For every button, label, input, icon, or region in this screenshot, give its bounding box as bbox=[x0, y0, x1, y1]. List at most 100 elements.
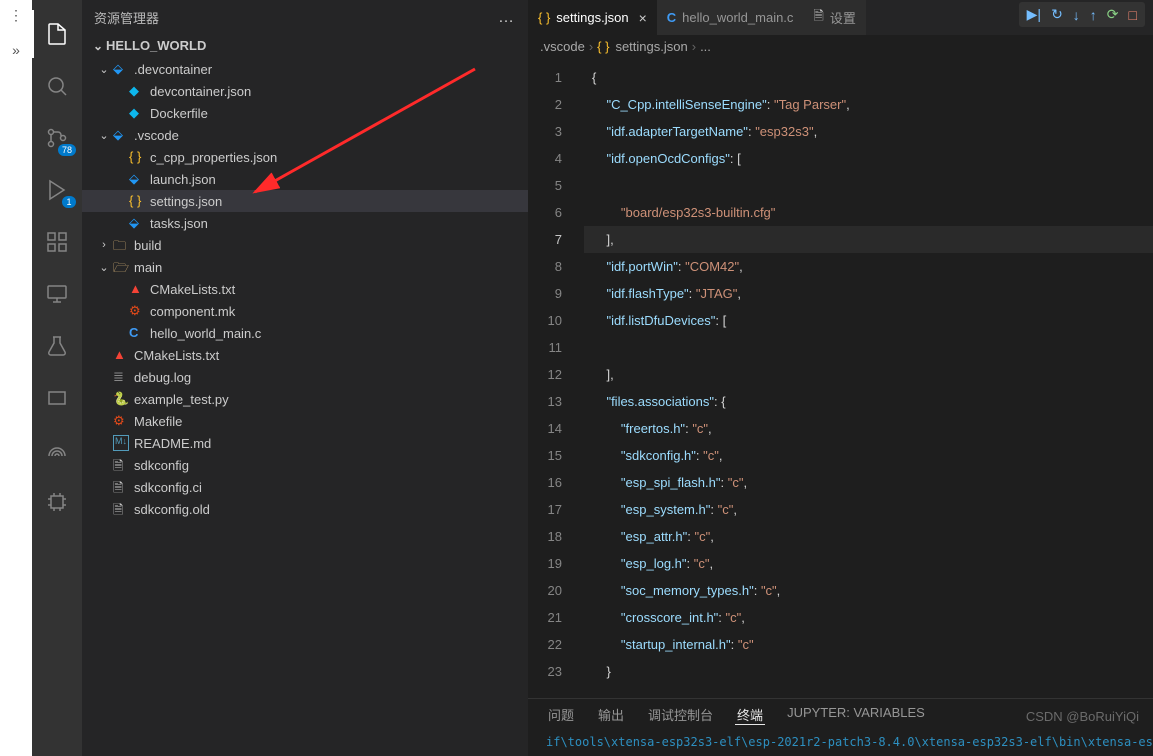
file-icon: M↓ bbox=[112, 435, 130, 451]
tab-label: settings.json bbox=[556, 10, 628, 25]
step-out-icon[interactable]: ↑ bbox=[1090, 7, 1097, 23]
stop-icon[interactable]: □ bbox=[1129, 7, 1137, 23]
tree-file[interactable]: ⚙ Makefile bbox=[82, 410, 528, 432]
panel-tab[interactable]: 输出 bbox=[596, 705, 626, 725]
tree-file[interactable]: ◆Dockerfile bbox=[82, 102, 528, 124]
restart-icon[interactable]: ⟳ bbox=[1107, 6, 1119, 23]
tree-file[interactable]: 🗎sdkconfig.ci bbox=[82, 476, 528, 498]
explorer-icon[interactable] bbox=[32, 10, 82, 58]
tree-folder[interactable]: ⌄⬙.devcontainer bbox=[82, 58, 528, 80]
editor-tab[interactable]: 🗎设置 bbox=[803, 0, 865, 35]
file-label: Makefile bbox=[134, 414, 182, 429]
file-label: .devcontainer bbox=[134, 62, 212, 77]
tab-icon: { } bbox=[538, 10, 550, 25]
debug-badge: 1 bbox=[62, 196, 76, 208]
breadcrumb[interactable]: .vscode›{ }settings.json›... bbox=[528, 35, 1153, 58]
twistie-icon: ⌄ bbox=[96, 261, 112, 274]
tree-file[interactable]: 🐍 example_test.py bbox=[82, 388, 528, 410]
file-label: devcontainer.json bbox=[150, 84, 251, 99]
file-label: example_test.py bbox=[134, 392, 229, 407]
file-label: Dockerfile bbox=[150, 106, 208, 121]
file-label: c_cpp_properties.json bbox=[150, 150, 277, 165]
tree-folder[interactable]: ›🗀build bbox=[82, 234, 528, 256]
panel-tab[interactable]: 终端 bbox=[735, 705, 765, 725]
panel-tab[interactable]: JUPYTER: VARIABLES bbox=[785, 705, 927, 725]
watermark: CSDN @BoRuiYiQi bbox=[1026, 709, 1139, 724]
rainbow-icon[interactable] bbox=[32, 426, 82, 474]
extensions-icon[interactable] bbox=[32, 218, 82, 266]
file-icon: ▲ bbox=[112, 347, 130, 363]
close-icon[interactable]: × bbox=[639, 10, 647, 26]
tree-folder[interactable]: ⌄🗁main bbox=[82, 256, 528, 278]
tree-file[interactable]: 🗎 sdkconfig bbox=[82, 454, 528, 476]
menu-icon[interactable]: ⋮ bbox=[9, 8, 23, 22]
source-control-icon[interactable]: 78 bbox=[32, 114, 82, 162]
tree-file[interactable]: ⬙ launch.json bbox=[82, 168, 528, 190]
file-icon: { } bbox=[128, 149, 146, 165]
tree-file[interactable]: ≣debug.log bbox=[82, 366, 528, 388]
scm-badge: 78 bbox=[58, 144, 76, 156]
file-icon: ▲ bbox=[128, 281, 146, 297]
file-icon: { } bbox=[128, 193, 146, 209]
file-icon: ⚙ bbox=[112, 413, 130, 429]
tree-file[interactable]: M↓ README.md bbox=[82, 432, 528, 454]
tree-file[interactable]: ⚙component.mk bbox=[82, 300, 528, 322]
terminal-output[interactable]: if\tools\xtensa-esp32s3-elf\esp-2021r2-p… bbox=[528, 731, 1153, 753]
tree-file[interactable]: ▲CMakeLists.txt bbox=[82, 344, 528, 366]
code-content[interactable]: { "C_Cpp.intelliSenseEngine": "Tag Parse… bbox=[584, 64, 1153, 698]
project-root[interactable]: ⌄ HELLO_WORLD bbox=[82, 35, 528, 56]
file-icon: ⬙ bbox=[112, 127, 130, 143]
tree-file[interactable]: { } settings.json bbox=[82, 190, 528, 212]
file-label: debug.log bbox=[134, 370, 191, 385]
file-label: README.md bbox=[134, 436, 211, 451]
twistie-icon: ⌄ bbox=[96, 129, 112, 142]
file-icon: ⚙ bbox=[128, 303, 146, 319]
line-gutter: 1234567891011121314151617181920212223 bbox=[528, 64, 584, 698]
debug-toolbar: ▶| ↻ ↓ ↑ ⟳ □ bbox=[1019, 2, 1145, 27]
file-label: settings.json bbox=[150, 194, 222, 209]
step-into-icon[interactable]: ↓ bbox=[1073, 7, 1080, 23]
editor-tab[interactable]: Chello_world_main.c bbox=[657, 0, 804, 35]
step-over-icon[interactable]: ↻ bbox=[1051, 6, 1063, 23]
file-icon: ⬙ bbox=[128, 215, 146, 231]
search-icon[interactable] bbox=[32, 62, 82, 110]
beaker-icon[interactable] bbox=[32, 322, 82, 370]
panel-tab[interactable]: 调试控制台 bbox=[646, 705, 715, 725]
breadcrumb-item[interactable]: ... bbox=[700, 39, 711, 54]
file-label: .vscode bbox=[134, 128, 179, 143]
chevron-right-icon[interactable]: » bbox=[12, 42, 20, 58]
more-icon[interactable]: … bbox=[498, 9, 516, 27]
remote-icon[interactable] bbox=[32, 270, 82, 318]
tree-file[interactable]: ⬙tasks.json bbox=[82, 212, 528, 234]
bottom-panel: 问题输出调试控制台终端 JUPYTER: VARIABLES if\tools\x… bbox=[528, 698, 1153, 756]
tab-icon: 🗎 bbox=[813, 7, 823, 29]
code-editor[interactable]: 1234567891011121314151617181920212223 { … bbox=[528, 58, 1153, 698]
project-name: HELLO_WORLD bbox=[106, 38, 206, 53]
tree-file[interactable]: ▲CMakeLists.txt bbox=[82, 278, 528, 300]
panel-tab[interactable]: 问题 bbox=[546, 705, 576, 725]
twistie-icon: › bbox=[96, 239, 112, 251]
file-label: launch.json bbox=[150, 172, 216, 187]
file-icon: 🗎 bbox=[112, 501, 130, 517]
file-icon: ⬙ bbox=[128, 171, 146, 187]
file-label: hello_world_main.c bbox=[150, 326, 261, 341]
continue-icon[interactable]: ▶| bbox=[1027, 6, 1041, 23]
tree-file[interactable]: { } c_cpp_properties.json bbox=[82, 146, 528, 168]
file-icon: 🗎 bbox=[112, 457, 130, 473]
file-label: sdkconfig bbox=[134, 458, 189, 473]
breadcrumb-item[interactable]: .vscode bbox=[540, 39, 585, 54]
file-label: build bbox=[134, 238, 161, 253]
file-label: sdkconfig.ci bbox=[134, 480, 202, 495]
editor-tab[interactable]: { } settings.json × bbox=[528, 0, 657, 35]
file-label: main bbox=[134, 260, 162, 275]
left-strip: ⋮ » bbox=[0, 0, 32, 756]
tree-file[interactable]: 🗎sdkconfig.old bbox=[82, 498, 528, 520]
tree-file[interactable]: Chello_world_main.c bbox=[82, 322, 528, 344]
debug-icon[interactable]: 1 bbox=[32, 166, 82, 214]
file-icon: 🐍 bbox=[112, 391, 130, 407]
tree-file[interactable]: ◆devcontainer.json bbox=[82, 80, 528, 102]
tree-folder[interactable]: ⌄⬙ .vscode bbox=[82, 124, 528, 146]
chip-icon[interactable] bbox=[32, 478, 82, 526]
breadcrumb-item[interactable]: settings.json bbox=[615, 39, 687, 54]
rect-icon[interactable] bbox=[32, 374, 82, 422]
